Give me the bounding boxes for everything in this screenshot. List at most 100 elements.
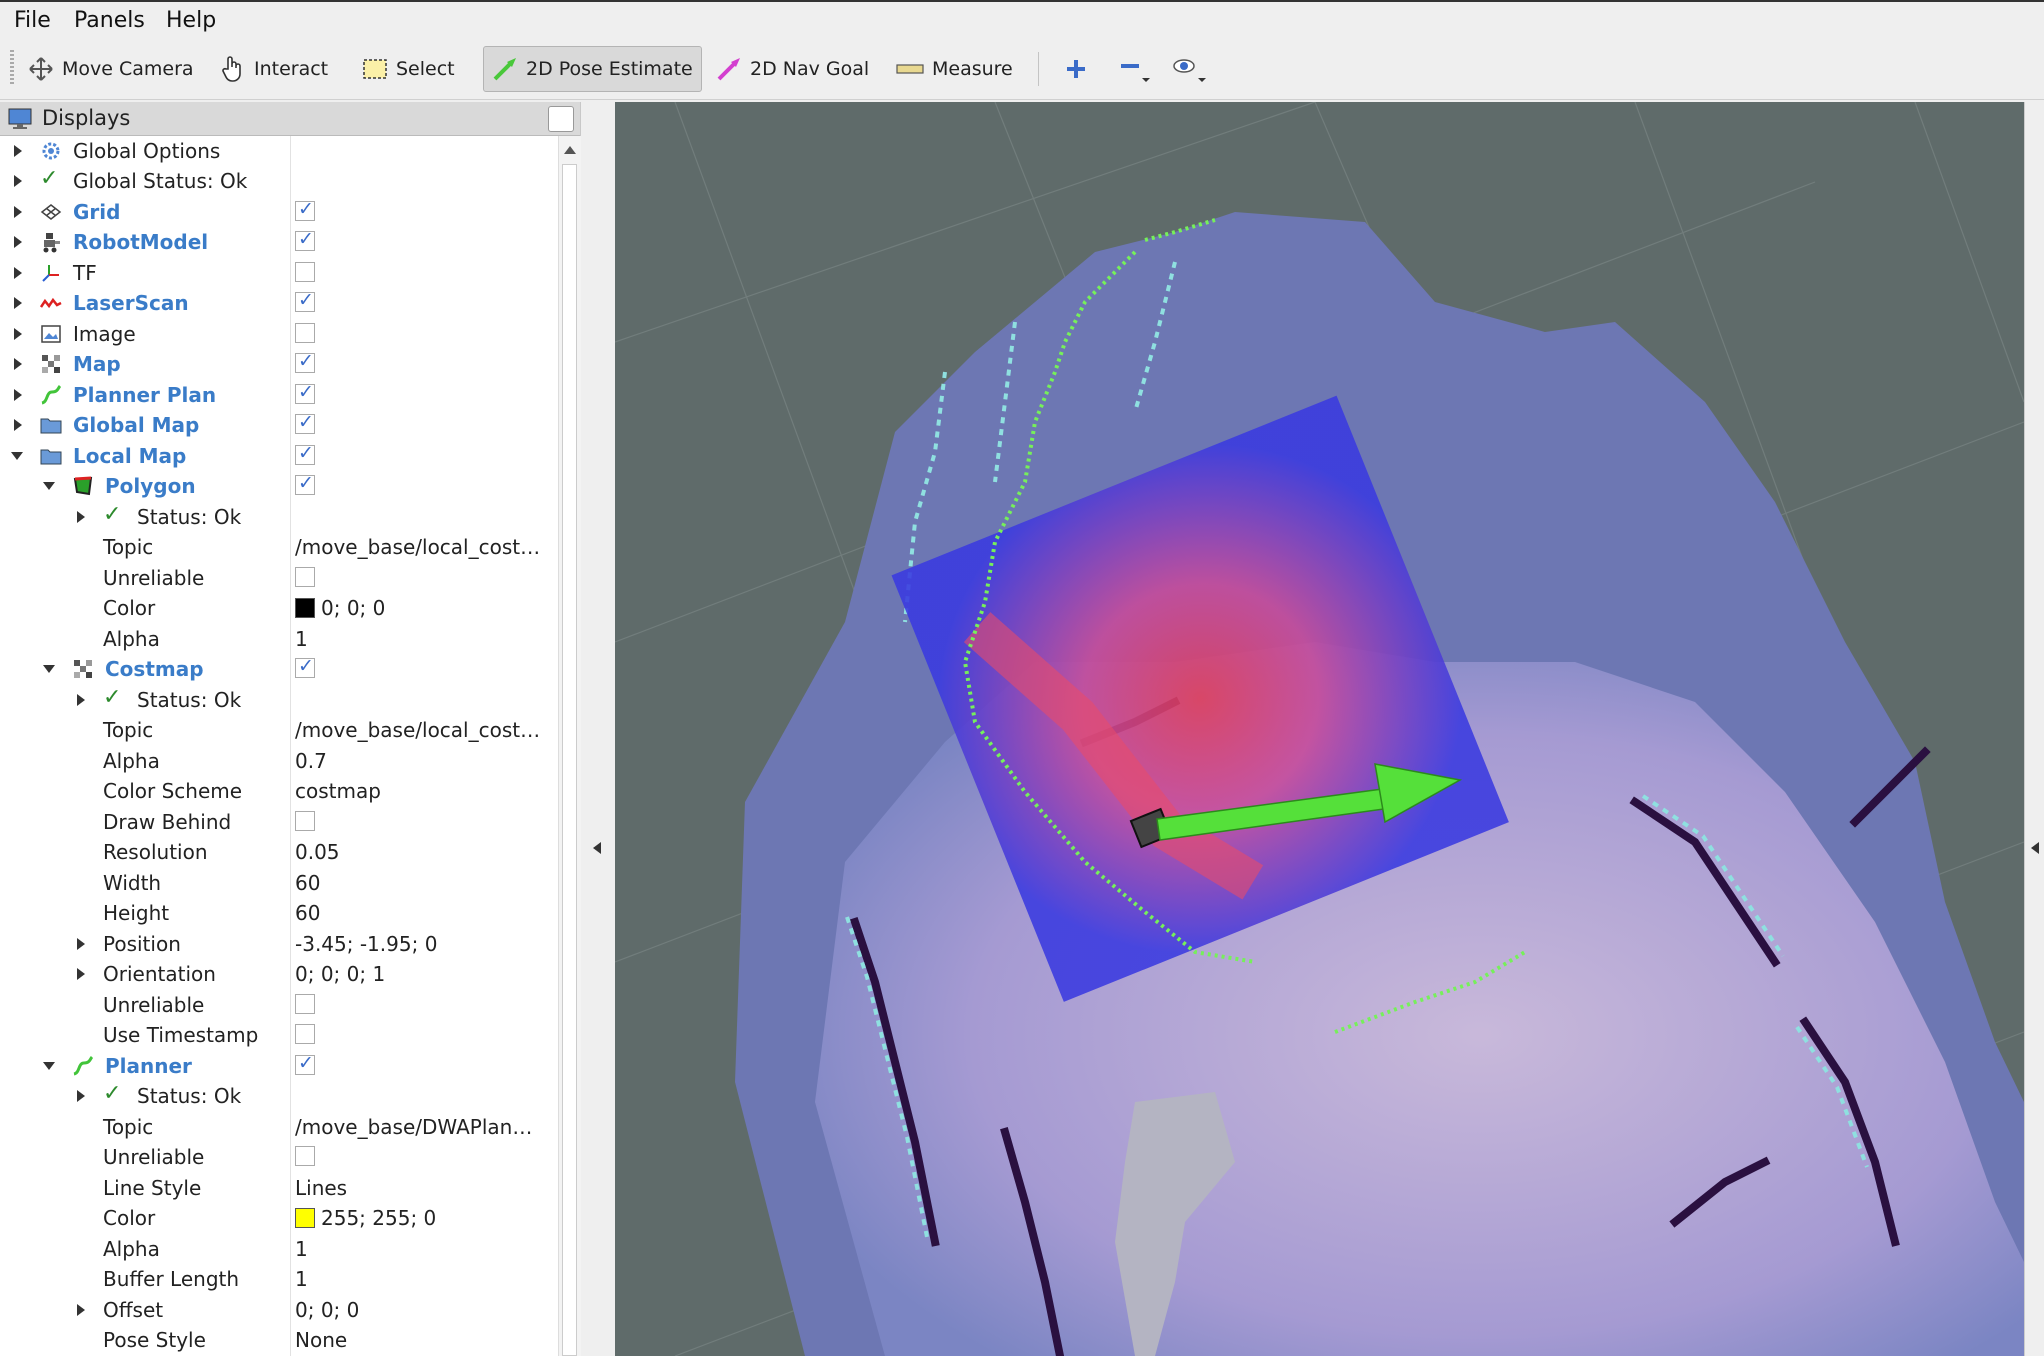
collapse-arrow[interactable] xyxy=(43,482,55,490)
expand-arrow[interactable] xyxy=(14,267,22,279)
expand-right-panel-icon[interactable] xyxy=(2031,842,2039,854)
planner-color-row[interactable]: Color 255; 255; 0 xyxy=(0,1203,558,1233)
expand-arrow[interactable] xyxy=(77,511,85,523)
polygon-status-row[interactable]: ✓ Status: Ok xyxy=(0,502,558,532)
laser-scan-checkbox[interactable] xyxy=(295,289,315,312)
polygon-unreliable-row[interactable]: Unreliable xyxy=(0,563,558,593)
map-checkbox[interactable] xyxy=(295,350,315,373)
polygon-topic-value[interactable]: /move_base/local_cost… xyxy=(295,535,540,559)
tree-item-local-map[interactable]: Local Map xyxy=(0,441,558,471)
robot-model-checkbox[interactable] xyxy=(295,228,315,251)
polygon-topic-row[interactable]: Topic /move_base/local_cost… xyxy=(0,532,558,562)
costmap-checkbox[interactable] xyxy=(295,655,315,678)
expand-arrow[interactable] xyxy=(77,938,85,950)
planner-offset-value[interactable]: 0; 0; 0 xyxy=(295,1298,359,1322)
panel-splitter[interactable] xyxy=(581,102,615,1356)
tree-item-map[interactable]: Map xyxy=(0,349,558,379)
toolbar-grip[interactable] xyxy=(10,50,14,86)
local-map-checkbox[interactable] xyxy=(295,442,315,465)
costmap-orientation-value[interactable]: 0; 0; 0; 1 xyxy=(295,962,385,986)
planner-topic-row[interactable]: Topic /move_base/DWAPlan… xyxy=(0,1112,558,1142)
pose-estimate-button[interactable]: 2D Pose Estimate xyxy=(483,46,702,92)
planner-unreliable-row[interactable]: Unreliable xyxy=(0,1142,558,1172)
grid-checkbox[interactable] xyxy=(295,198,315,221)
planner-pose-style-row[interactable]: Pose Style None xyxy=(0,1325,558,1355)
costmap-alpha-row[interactable]: Alpha 0.7 xyxy=(0,746,558,776)
planner-plan-checkbox[interactable] xyxy=(295,381,315,404)
polygon-alpha-value[interactable]: 1 xyxy=(295,627,308,651)
costmap-use-timestamp-row[interactable]: Use Timestamp xyxy=(0,1020,558,1050)
tree-item-tf[interactable]: TF xyxy=(0,258,558,288)
tree-item-image[interactable]: Image xyxy=(0,319,558,349)
measure-button[interactable]: Measure xyxy=(888,46,1021,92)
nav-goal-button[interactable]: 2D Nav Goal xyxy=(708,46,877,92)
global-map-checkbox[interactable] xyxy=(295,411,315,434)
costmap-width-value[interactable]: 60 xyxy=(295,871,320,895)
expand-arrow[interactable] xyxy=(77,1090,85,1102)
menu-help[interactable]: Help xyxy=(166,8,216,33)
tree-item-grid[interactable]: Grid xyxy=(0,197,558,227)
image-checkbox[interactable] xyxy=(295,323,315,343)
view-tool-button[interactable] xyxy=(1164,46,1224,92)
costmap-position-value[interactable]: -3.45; -1.95; 0 xyxy=(295,932,437,956)
costmap-height-row[interactable]: Height 60 xyxy=(0,898,558,928)
collapse-arrow[interactable] xyxy=(11,452,23,460)
planner-pose-style-value[interactable]: None xyxy=(295,1328,347,1352)
planner-alpha-value[interactable]: 1 xyxy=(295,1237,308,1261)
costmap-resolution-value[interactable]: 0.05 xyxy=(295,840,340,864)
expand-arrow[interactable] xyxy=(14,389,22,401)
interact-button[interactable]: Interact xyxy=(212,46,336,92)
expand-arrow[interactable] xyxy=(14,419,22,431)
displays-scrollbar[interactable] xyxy=(558,136,581,1356)
costmap-draw-behind-row[interactable]: Draw Behind xyxy=(0,807,558,837)
planner-alpha-row[interactable]: Alpha 1 xyxy=(0,1234,558,1264)
expand-arrow[interactable] xyxy=(14,297,22,309)
costmap-color-scheme-value[interactable]: costmap xyxy=(295,779,381,803)
planner-buffer-length-value[interactable]: 1 xyxy=(295,1267,308,1291)
expand-arrow[interactable] xyxy=(14,236,22,248)
costmap-status-row[interactable]: ✓ Status: Ok xyxy=(0,685,558,715)
select-button[interactable]: Select xyxy=(354,46,463,92)
right-splitter[interactable] xyxy=(2024,102,2044,1356)
costmap-topic-value[interactable]: /move_base/local_cost… xyxy=(295,718,540,742)
planner-buffer-length-row[interactable]: Buffer Length 1 xyxy=(0,1264,558,1294)
planner-unreliable-checkbox[interactable] xyxy=(295,1146,315,1166)
planner-line-style-row[interactable]: Line Style Lines xyxy=(0,1173,558,1203)
costmap-orientation-row[interactable]: Orientation 0; 0; 0; 1 xyxy=(0,959,558,989)
planner-topic-value[interactable]: /move_base/DWAPlan… xyxy=(295,1115,532,1139)
expand-arrow[interactable] xyxy=(14,328,22,340)
tree-item-costmap[interactable]: Costmap xyxy=(0,654,558,684)
expand-arrow[interactable] xyxy=(14,206,22,218)
tree-item-robot-model[interactable]: RobotModel xyxy=(0,227,558,257)
costmap-resolution-row[interactable]: Resolution 0.05 xyxy=(0,837,558,867)
costmap-unreliable-row[interactable]: Unreliable xyxy=(0,990,558,1020)
tree-item-global-status[interactable]: ✓ Global Status: Ok xyxy=(0,166,558,196)
planner-offset-row[interactable]: Offset 0; 0; 0 xyxy=(0,1295,558,1325)
tf-checkbox[interactable] xyxy=(295,262,315,282)
collapse-left-icon[interactable] xyxy=(593,842,601,854)
planner-color-value[interactable]: 255; 255; 0 xyxy=(295,1206,436,1230)
costmap-topic-row[interactable]: Topic /move_base/local_cost… xyxy=(0,715,558,745)
expand-arrow[interactable] xyxy=(77,694,85,706)
expand-arrow[interactable] xyxy=(77,1304,85,1316)
polygon-checkbox[interactable] xyxy=(295,472,315,495)
costmap-height-value[interactable]: 60 xyxy=(295,901,320,925)
polygon-alpha-row[interactable]: Alpha 1 xyxy=(0,624,558,654)
expand-arrow[interactable] xyxy=(14,145,22,157)
tree-item-global-map[interactable]: Global Map xyxy=(0,410,558,440)
costmap-width-row[interactable]: Width 60 xyxy=(0,868,558,898)
costmap-unreliable-checkbox[interactable] xyxy=(295,994,315,1014)
collapse-arrow[interactable] xyxy=(43,665,55,673)
menu-panels[interactable]: Panels xyxy=(74,8,145,33)
expand-arrow[interactable] xyxy=(77,968,85,980)
float-panel-button[interactable] xyxy=(548,106,574,132)
costmap-use-timestamp-checkbox[interactable] xyxy=(295,1024,315,1044)
scroll-up-icon[interactable] xyxy=(564,146,576,154)
add-tool-button[interactable] xyxy=(1056,46,1104,92)
tree-item-planner[interactable]: Planner xyxy=(0,1051,558,1081)
polygon-color-value[interactable]: 0; 0; 0 xyxy=(295,596,385,620)
remove-tool-button[interactable] xyxy=(1110,46,1168,92)
costmap-position-row[interactable]: Position -3.45; -1.95; 0 xyxy=(0,929,558,959)
costmap-alpha-value[interactable]: 0.7 xyxy=(295,749,327,773)
tree-item-polygon[interactable]: Polygon xyxy=(0,471,558,501)
